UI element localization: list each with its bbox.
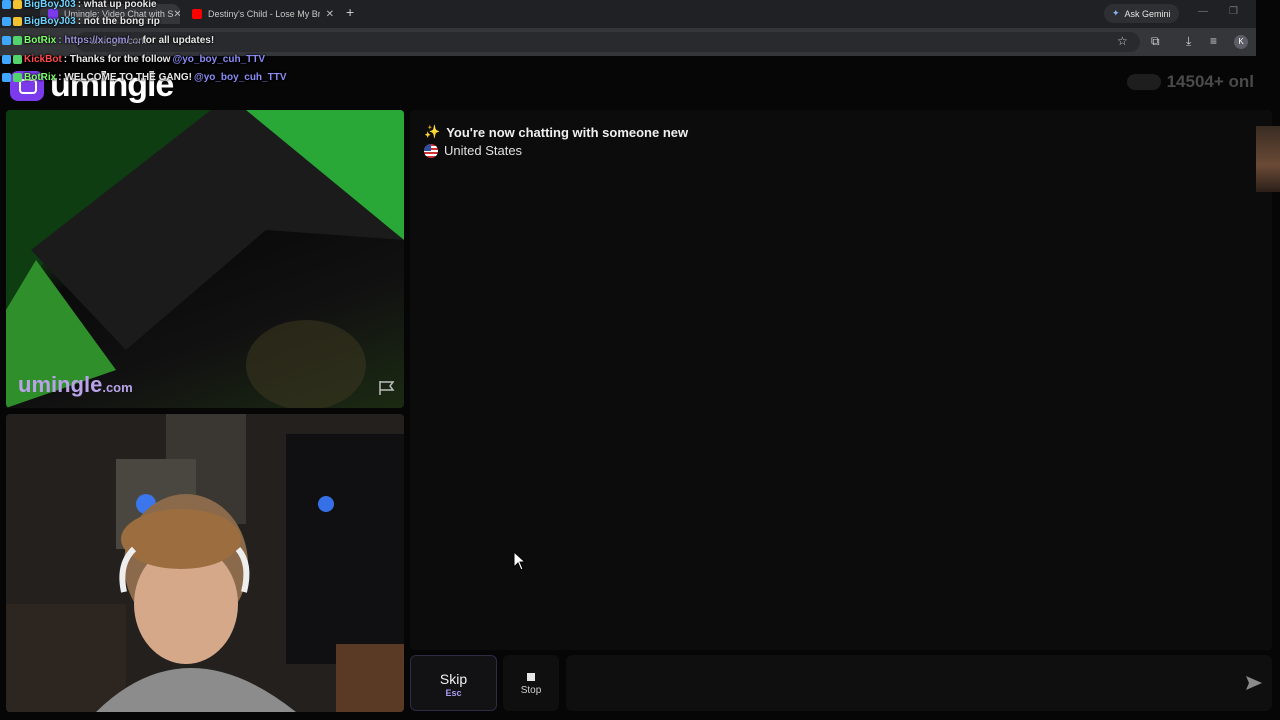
ask-gemini-label: Ask Gemini: [1124, 8, 1171, 19]
screen: { "browser": { "tabs": [ {"title": "Umin…: [0, 0, 1280, 720]
overlay-mention: @yo_boy_cuh_TTV: [193, 71, 287, 83]
minimize-icon[interactable]: —: [1198, 6, 1208, 17]
stop-label: Stop: [520, 685, 542, 696]
skip-label: Skip: [439, 671, 468, 687]
stranger-video: umingle.com: [6, 110, 404, 408]
youtube-favicon-icon: [192, 9, 202, 19]
badge-icon: [13, 16, 22, 26]
badge-icon: [13, 35, 22, 45]
online-count: 14504+ onl: [1166, 72, 1254, 91]
skip-shortcut: Esc: [445, 688, 462, 698]
system-message-text: You're now chatting with someone new: [446, 124, 689, 140]
us-flag-icon: [424, 143, 438, 158]
overlay-chat-line: KickBot : Thanks for the follow @yo_boy_…: [2, 53, 265, 65]
skip-button[interactable]: Skip Esc: [410, 655, 497, 711]
overlay-chat-line: BotRix : WELCOME TO THE GANG! @yo_boy_cu…: [2, 71, 287, 83]
stop-button[interactable]: Stop: [503, 655, 559, 711]
online-counter: 14504+ onl: [1126, 72, 1254, 92]
overlay-message: : not the bong rip: [77, 15, 160, 27]
overlay-mention: @yo_boy_cuh_TTV: [172, 53, 266, 65]
umingle-watermark: umingle.com: [18, 372, 133, 398]
send-icon[interactable]: [1245, 675, 1263, 691]
badge-icon: [2, 54, 11, 64]
download-icon[interactable]: ⤓: [1186, 34, 1191, 49]
watermark-suffix: .com: [102, 380, 133, 395]
overlay-username: BigBoyJ03: [24, 15, 76, 27]
gemini-sparkle-icon: ✦: [1112, 8, 1120, 18]
badge-icon: [2, 0, 11, 9]
media-queue-icon[interactable]: ≡: [1210, 34, 1217, 48]
overlay-message: : WELCOME TO THE GANG!: [58, 71, 192, 83]
self-video: [6, 414, 404, 712]
message-input[interactable]: [566, 655, 1272, 711]
overlay-username: BotRix: [24, 71, 57, 83]
restore-icon[interactable]: ❐: [1229, 6, 1238, 17]
badge-icon: [13, 0, 22, 9]
ask-gemini-button[interactable]: ✦ Ask Gemini: [1104, 4, 1179, 23]
address-field[interactable]: umingle.com: [76, 32, 1140, 52]
overlay-username: BigBoyJ03: [24, 0, 76, 10]
bookmark-star-icon[interactable]: ☆: [1117, 34, 1128, 48]
stop-icon: [527, 673, 535, 681]
badge-icon: [13, 72, 22, 82]
side-thumbnail: [1256, 126, 1280, 192]
badge-icon: [2, 16, 11, 26]
tab-youtube[interactable]: Destiny's Child - Lose My Breath ✕: [184, 4, 340, 24]
badge-icon: [2, 35, 11, 45]
sparkle-icon: ✨: [424, 124, 441, 139]
overlay-message: : Thanks for the follow: [63, 53, 171, 65]
profile-avatar[interactable]: K: [1234, 35, 1248, 49]
close-icon[interactable]: ✕: [326, 9, 334, 20]
badge-icon: [13, 54, 22, 64]
country-name: United States: [444, 143, 523, 158]
webcam-frame: [6, 414, 404, 712]
overlay-username: BotRix: [24, 34, 57, 46]
close-icon[interactable]: ✕: [173, 9, 180, 20]
overlay-chat-line: BigBoyJ03 : what up pookie: [2, 0, 157, 10]
new-tab-button[interactable]: +: [346, 4, 354, 20]
report-flag-icon[interactable]: [378, 380, 396, 396]
overlay-message: : https://x.com/ ...: [58, 34, 141, 46]
watermark-main: umingle: [18, 372, 103, 397]
stranger-country: United States: [424, 143, 522, 158]
overlay-message-tail: for all updates!: [142, 34, 215, 46]
chat-panel: ✨ You're now chatting with someone new U…: [410, 110, 1272, 650]
mouse-cursor-icon: [513, 551, 527, 571]
overlay-chat-line: BotRix : https://x.com/ ... for all upda…: [2, 34, 214, 46]
browser-tab-bar: Umingle: Video Chat with S ✕ Destiny's C…: [0, 0, 1256, 28]
tab-title: Destiny's Child - Lose My Breath: [208, 9, 320, 19]
badge-icon: [2, 72, 11, 82]
video-frame: [6, 110, 404, 408]
system-message: ✨ You're now chatting with someone new: [424, 124, 688, 140]
theme-toggle[interactable]: [1126, 74, 1161, 90]
overlay-message: : what up pookie: [77, 0, 157, 10]
extensions-icon[interactable]: ⧉: [1151, 34, 1160, 49]
overlay-username: KickBot: [24, 53, 62, 65]
overlay-chat-line: BigBoyJ03 : not the bong rip: [2, 15, 160, 27]
